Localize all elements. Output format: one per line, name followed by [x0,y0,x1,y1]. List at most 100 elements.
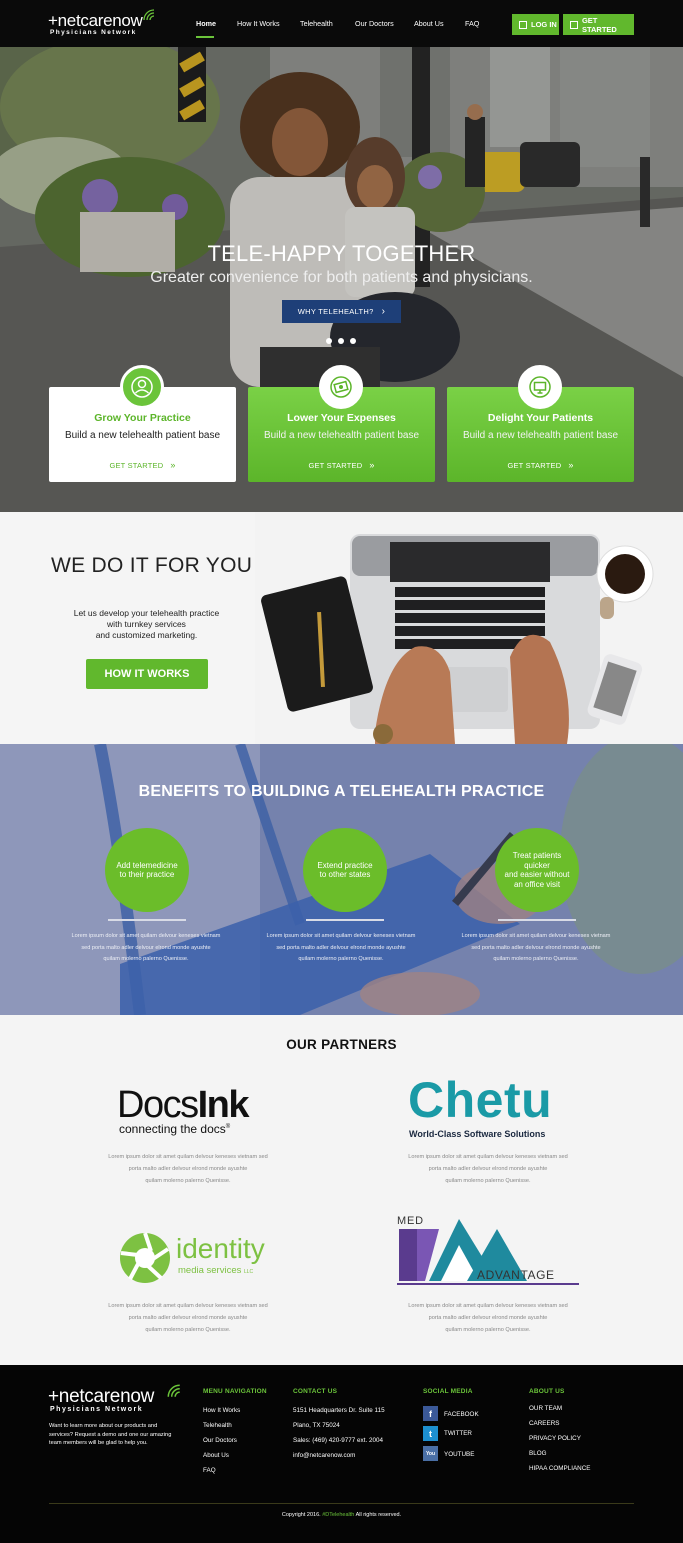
footer-link-blog[interactable]: BLOG [529,1450,547,1457]
twitter-icon[interactable]: t [423,1426,438,1441]
footer-link-our-doctors[interactable]: Our Doctors [203,1437,237,1444]
divider [498,919,576,921]
footer-link-facebook[interactable]: FACEBOOK [444,1411,479,1418]
footer-link-youtube[interactable]: YOUTUBE [444,1451,474,1458]
footer-logo-text-row: +netcarenow [48,1386,155,1407]
footer-link-about-us[interactable]: About Us [203,1452,229,1459]
logo-subtitle: Physicians Network [50,29,137,36]
login-button[interactable]: LOG IN [512,14,559,35]
money-icon [319,365,363,409]
footer-link-careers[interactable]: CAREERS [529,1420,559,1427]
registered-mark: ® [225,1124,231,1130]
footer-link-privacy-policy[interactable]: PRIVACY POLICY [529,1435,581,1442]
footer-link-how-it-works[interactable]: How It Works [203,1407,240,1414]
advantage-label: ADVANTAGE [477,1268,555,1282]
facebook-icon[interactable]: f [423,1406,438,1421]
card-get-started-link[interactable]: GET STARTED » [248,460,435,470]
chetu-logo[interactable]: Chetu World-Class Software Solutions [408,1075,573,1141]
nav-faq[interactable]: FAQ [465,19,479,28]
card-text: Build a new telehealth patient base [263,430,420,441]
carousel-dot[interactable] [326,338,332,344]
logo-text: netcarenow [57,11,143,30]
copyright-hashtag[interactable]: #DTelehealth [322,1512,354,1518]
footer-link-hipaa[interactable]: HIPAA COMPLIANCE [529,1465,590,1472]
laptop-desk-image [255,512,683,744]
why-telehealth-button[interactable]: WHY TELEHEALTH? › [282,300,401,323]
benefit-line: quilam molerno palerno Quenisse. [493,956,579,962]
nav-home[interactable]: Home [196,19,216,28]
monitor-icon [518,365,562,409]
person-icon [120,365,164,409]
benefit-line: sed porta malto adler delvour elrond mon… [471,944,601,951]
footer-link-twitter[interactable]: TWITTER [444,1430,472,1437]
aperture-icon [120,1232,170,1283]
hero-subtitle: Greater convenience for both patients an… [150,269,533,286]
identity-logo[interactable]: identity media services LLC [118,1231,278,1287]
docsink-wordmark: DocsInk [117,1085,277,1125]
identity-tagline-row: media services LLC [178,1265,253,1276]
youtube-icon[interactable]: You [423,1446,438,1461]
footer-link-faq[interactable]: FAQ [203,1467,216,1474]
get-started-button[interactable]: GET STARTED [563,14,634,35]
card-link-label: GET STARTED [308,461,363,470]
logo[interactable]: +netcarenow Physicians Network [48,9,158,37]
footer-link-our-team[interactable]: OUR TEAM [529,1405,562,1412]
partner-line: quilam molerno palerno Quenisse. [445,1327,531,1333]
nav-our-doctors[interactable]: Our Doctors [355,19,394,28]
partner-line: porta malto adler delvour elrond monde a… [128,1315,248,1321]
card-title: Lower Your Expenses [287,412,396,424]
arrow-in-icon [570,20,578,29]
benefit-circle: Extend practice to other states [303,828,387,912]
partner-line: quilam molerno palerno Quenisse. [145,1327,231,1333]
how-it-works-button[interactable]: HOW IT WORKS [86,659,208,689]
partner-line: Lorem ipsum dolor sit amet quilam delvou… [408,1154,568,1160]
carousel-dot[interactable] [350,338,356,344]
partner-description: Lorem ipsum dolor sit amet quilam delvou… [397,1151,579,1187]
partner-description: Lorem ipsum dolor sit amet quilam delvou… [97,1151,279,1187]
description-line: and customized marketing. [95,630,198,640]
footer-email[interactable]: info@netcarenow.com [293,1452,355,1459]
card-link-label: GET STARTED [507,461,562,470]
footer-heading-about: ABOUT US [529,1388,565,1395]
footer-heading-menu: MENU NAVIGATION [203,1388,267,1395]
docsink-tagline: connecting the docs [119,1122,226,1136]
copyright-rights: All rights reserved. [355,1512,402,1518]
nav-how-it-works[interactable]: How It Works [237,19,280,28]
benefit-label: to other states [319,870,371,879]
footer-city: Plano, TX 75024 [293,1422,340,1429]
footer-link-telehealth[interactable]: Telehealth [203,1422,232,1429]
footer-heading-contact: CONTACT US [293,1388,338,1395]
hero-title: TELE-HAPPY TOGETHER [207,241,476,266]
partner-line: porta malto adler delvour elrond monde a… [428,1315,548,1321]
partner-line: quilam molerno palerno Quenisse. [445,1178,531,1184]
card-grow-practice[interactable]: Grow Your Practice Build a new telehealt… [49,365,236,482]
card-text: Build a new telehealth patient base [64,430,221,441]
partners-section: OUR PARTNERS DocsInk connecting the docs… [0,1015,683,1365]
docsink-logo[interactable]: DocsInk connecting the docs® [117,1085,277,1143]
nav-telehealth[interactable]: Telehealth [300,19,333,28]
benefit-label: an office visit [513,879,561,889]
footer-logo[interactable]: +netcarenow Physicians Network [48,1384,188,1413]
footer-phone[interactable]: Sales: (469) 420-9777 ext. 2004 [293,1437,383,1444]
benefit-label: and easier without [504,870,570,879]
card-get-started-link[interactable]: GET STARTED » [49,460,236,470]
we-do-it-section: WE DO IT FOR YOU Let us develop your tel… [0,512,683,744]
carousel-dot[interactable] [338,338,344,344]
card-get-started-link[interactable]: GET STARTED » [447,460,634,470]
chevron-right-icon: › [381,306,386,317]
partners-title: OUR PARTNERS [286,1037,397,1052]
card-title: Delight Your Patients [487,412,594,424]
benefit-label: quicker [524,860,550,870]
benefit-line: quilam molerno palerno Quenisse. [298,956,384,962]
partner-line: Lorem ipsum dolor sit amet quilam delvou… [108,1154,268,1160]
description-line: with turnkey services [107,619,186,629]
nav-about-us[interactable]: About Us [414,19,444,28]
card-delight-patients[interactable]: Delight Your Patients Build a new telehe… [447,365,634,482]
benefit-label: Treat patients [512,851,562,860]
card-title: Grow Your Practice [94,412,191,424]
signal-icon [143,9,155,21]
card-lower-expenses[interactable]: Lower Your Expenses Build a new teleheal… [248,365,435,482]
med-advantage-logo[interactable]: MED ADVANTAGE [397,1215,579,1291]
benefit-line: sed porta malto adler delvour elrond mon… [276,944,406,951]
identity-wordmark: identity [176,1233,265,1264]
